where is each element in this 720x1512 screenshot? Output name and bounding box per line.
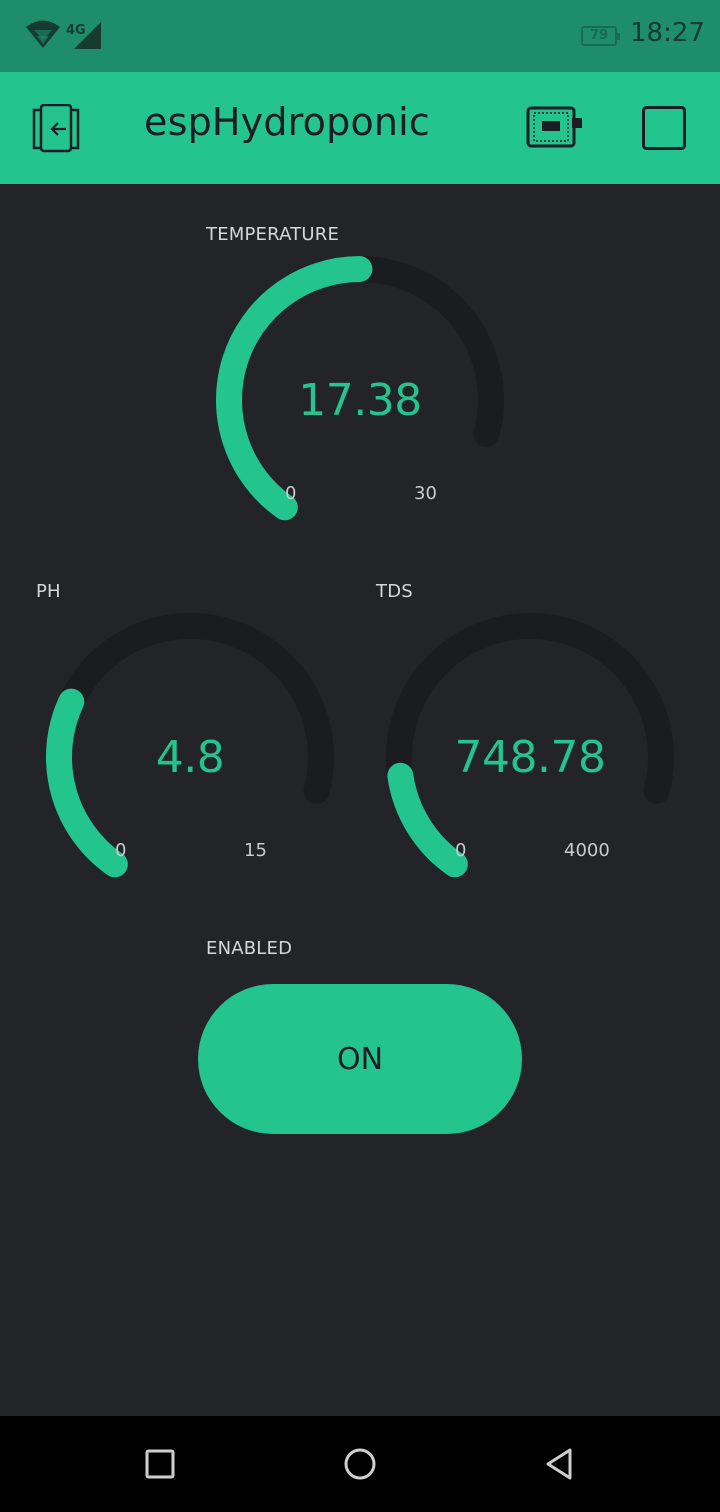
tds-min: 0 <box>455 840 467 861</box>
temperature-max: 30 <box>414 483 437 504</box>
exit-icon[interactable] <box>30 103 82 154</box>
home-icon[interactable] <box>342 1446 378 1482</box>
recent-apps-icon[interactable] <box>142 1446 178 1482</box>
enabled-toggle-button[interactable]: ON <box>198 984 522 1134</box>
app-title: espHydroponic <box>144 100 431 144</box>
battery-icon: 79 <box>581 26 620 46</box>
temperature-label: TEMPERATURE <box>206 224 340 245</box>
signal-icons: 4G <box>26 20 101 49</box>
temperature-gauge: 17.38 0 30 <box>216 256 504 544</box>
tds-max: 4000 <box>564 840 610 861</box>
device-icon[interactable] <box>526 106 586 150</box>
tds-gauge: 748.78 0 4000 <box>386 613 674 901</box>
navigation-bar <box>0 1416 720 1512</box>
back-icon[interactable] <box>542 1446 578 1482</box>
ph-value: 4.8 <box>155 731 225 783</box>
enabled-label: ENABLED <box>206 938 293 959</box>
ph-gauge: 4.8 0 15 <box>46 613 334 901</box>
temperature-min: 0 <box>285 483 297 504</box>
network-type-icon: 4G <box>66 23 86 38</box>
temperature-value: 17.38 <box>298 374 422 426</box>
square-icon[interactable] <box>642 106 686 150</box>
tds-label: TDS <box>376 581 413 602</box>
app-bar: espHydroponic <box>0 72 720 184</box>
ph-min: 0 <box>115 840 127 861</box>
ph-max: 15 <box>244 840 267 861</box>
wifi-icon <box>26 20 60 48</box>
status-bar: 4G 79 18:27 <box>0 0 720 72</box>
clock: 18:27 <box>630 18 705 48</box>
ph-label: PH <box>36 581 61 602</box>
tds-value: 748.78 <box>454 731 606 783</box>
